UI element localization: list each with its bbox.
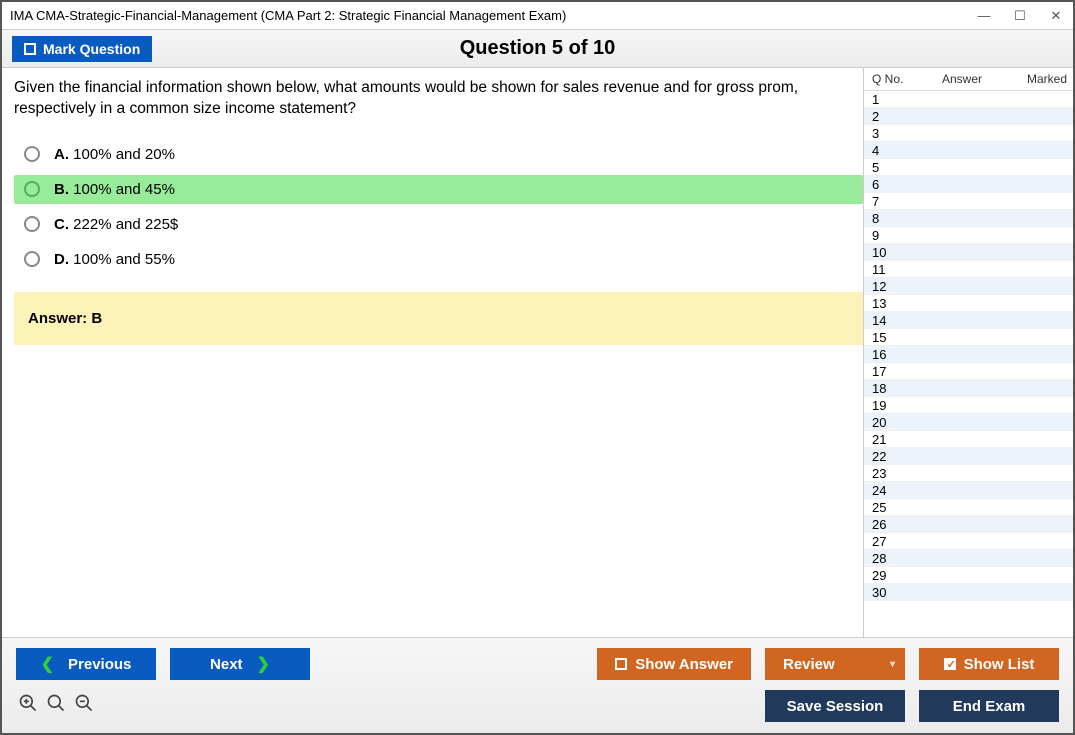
option-label: A. 100% and 20%	[54, 146, 175, 163]
option-label: C. 222% and 225$	[54, 216, 178, 233]
option-b[interactable]: B. 100% and 45%	[14, 175, 863, 204]
question-text: Given the financial information shown be…	[14, 78, 863, 120]
navigator-row[interactable]: 7	[864, 193, 1073, 210]
navigator-row[interactable]: 14	[864, 312, 1073, 329]
navigator-row[interactable]: 13	[864, 295, 1073, 312]
close-icon[interactable]: ✕	[1047, 8, 1065, 24]
mark-question-button[interactable]: Mark Question	[12, 36, 152, 62]
answer-box: Answer: B	[14, 292, 863, 345]
maximize-icon[interactable]: ☐	[1011, 8, 1029, 24]
navigator-row[interactable]: 29	[864, 567, 1073, 584]
toolbar: Mark Question Question 5 of 10	[2, 30, 1073, 68]
end-exam-label: End Exam	[953, 698, 1026, 715]
navigator-header: Q No. Answer Marked	[864, 68, 1073, 90]
show-answer-button[interactable]: Show Answer	[597, 648, 751, 680]
navigator-row[interactable]: 23	[864, 465, 1073, 482]
navigator-row[interactable]: 26	[864, 516, 1073, 533]
titlebar: IMA CMA-Strategic-Financial-Management (…	[2, 2, 1073, 30]
window-controls: — ☐ ✕	[975, 8, 1065, 24]
navigator-row[interactable]: 6	[864, 176, 1073, 193]
navigator-row[interactable]: 27	[864, 533, 1073, 550]
radio-icon	[24, 251, 40, 267]
mark-question-label: Mark Question	[43, 41, 140, 57]
chevron-left-icon: ❮	[41, 654, 54, 674]
end-exam-button[interactable]: End Exam	[919, 690, 1059, 722]
navigator-row[interactable]: 11	[864, 261, 1073, 278]
save-session-button[interactable]: Save Session	[765, 690, 905, 722]
zoom-in-icon[interactable]	[18, 693, 38, 719]
radio-icon	[24, 216, 40, 232]
navigator-row[interactable]: 21	[864, 431, 1073, 448]
checkbox-checked-icon	[944, 658, 956, 670]
options-list: A. 100% and 20% B. 100% and 45% C. 222% an…	[14, 140, 863, 274]
minimize-icon[interactable]: —	[975, 8, 993, 24]
show-answer-label: Show Answer	[635, 656, 733, 673]
next-label: Next	[210, 656, 243, 673]
navigator-row[interactable]: 30	[864, 584, 1073, 601]
navigator-row[interactable]: 18	[864, 380, 1073, 397]
navigator-row[interactable]: 2	[864, 108, 1073, 125]
navigator-row[interactable]: 16	[864, 346, 1073, 363]
navigator-row[interactable]: 5	[864, 159, 1073, 176]
navigator-row[interactable]: 20	[864, 414, 1073, 431]
dropdown-arrow-icon: ▾	[890, 659, 895, 670]
footer-row-1: ❮ Previous Next ❯ Show Answer Review ▾ S…	[16, 648, 1059, 680]
checkbox-icon	[615, 658, 627, 670]
navigator-row[interactable]: 3	[864, 125, 1073, 142]
app-window: IMA CMA-Strategic-Financial-Management (…	[0, 0, 1075, 735]
checkbox-icon	[24, 43, 36, 55]
radio-icon	[24, 146, 40, 162]
navigator-row[interactable]: 17	[864, 363, 1073, 380]
window-title: IMA CMA-Strategic-Financial-Management (…	[10, 8, 975, 23]
navigator-row[interactable]: 15	[864, 329, 1073, 346]
navigator-list[interactable]: 1234567891011121314151617181920212223242…	[864, 90, 1073, 637]
option-c[interactable]: C. 222% and 225$	[14, 210, 863, 239]
previous-label: Previous	[68, 656, 131, 673]
show-list-label: Show List	[964, 656, 1035, 673]
body: Given the financial information shown be…	[2, 68, 1073, 637]
question-panel: Given the financial information shown be…	[2, 68, 863, 637]
option-label: D. 100% and 55%	[54, 251, 175, 268]
navigator-row[interactable]: 1	[864, 91, 1073, 108]
footer-row-2: Save Session End Exam	[16, 690, 1059, 722]
radio-icon	[24, 181, 40, 197]
navigator-row[interactable]: 12	[864, 278, 1073, 295]
navigator-row[interactable]: 4	[864, 142, 1073, 159]
navigator-row[interactable]: 10	[864, 244, 1073, 261]
footer: ❮ Previous Next ❯ Show Answer Review ▾ S…	[2, 637, 1073, 733]
col-answer: Answer	[912, 72, 1012, 86]
show-list-button[interactable]: Show List	[919, 648, 1059, 680]
navigator-row[interactable]: 24	[864, 482, 1073, 499]
navigator-row[interactable]: 19	[864, 397, 1073, 414]
question-counter: Question 5 of 10	[2, 37, 1073, 60]
col-qno: Q No.	[872, 72, 912, 86]
save-session-label: Save Session	[787, 698, 884, 715]
zoom-reset-icon[interactable]	[46, 693, 66, 719]
question-navigator: Q No. Answer Marked 12345678910111213141…	[863, 68, 1073, 637]
previous-button[interactable]: ❮ Previous	[16, 648, 156, 680]
col-marked: Marked	[1012, 72, 1067, 86]
next-button[interactable]: Next ❯	[170, 648, 310, 680]
option-label: B. 100% and 45%	[54, 181, 175, 198]
navigator-row[interactable]: 22	[864, 448, 1073, 465]
navigator-row[interactable]: 8	[864, 210, 1073, 227]
navigator-row[interactable]: 25	[864, 499, 1073, 516]
option-d[interactable]: D. 100% and 55%	[14, 245, 863, 274]
review-button[interactable]: Review ▾	[765, 648, 905, 680]
zoom-out-icon[interactable]	[74, 693, 94, 719]
navigator-row[interactable]: 28	[864, 550, 1073, 567]
review-label: Review	[783, 656, 835, 673]
zoom-controls	[16, 693, 94, 719]
navigator-row[interactable]: 9	[864, 227, 1073, 244]
chevron-right-icon: ❯	[257, 654, 270, 674]
option-a[interactable]: A. 100% and 20%	[14, 140, 863, 169]
